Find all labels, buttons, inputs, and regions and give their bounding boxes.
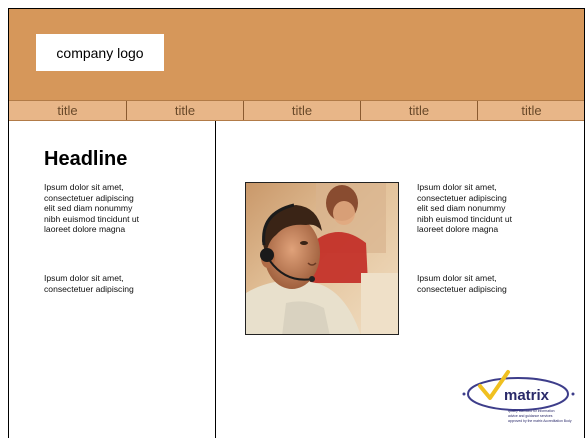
column-divider <box>215 121 216 438</box>
svg-text:approved by the matrix Accredi: approved by the matrix Accreditation Bod… <box>508 419 572 423</box>
call-center-agent-photo <box>245 182 399 335</box>
right-paragraph-2: Ipsum dolor sit amet, consectetuer adipi… <box>417 273 507 294</box>
nav-item-5[interactable]: title <box>478 101 584 120</box>
header-banner: company logo <box>9 9 584 100</box>
right-paragraph-1: Ipsum dolor sit amet, consectetuer adipi… <box>417 182 513 235</box>
nav-item-2[interactable]: title <box>127 101 244 120</box>
matrix-accreditation-logo: matrix quality standard for information … <box>456 364 581 429</box>
page-frame: company logo title title title title tit… <box>8 8 585 438</box>
nav-item-4[interactable]: title <box>361 101 478 120</box>
nav-item-3[interactable]: title <box>244 101 361 120</box>
left-paragraph-2: Ipsum dolor sit amet, consectetuer adipi… <box>44 273 134 294</box>
nav-item-1[interactable]: title <box>9 101 127 120</box>
nav-bar: title title title title title <box>9 100 584 121</box>
svg-text:quality standard for informati: quality standard for information <box>508 409 555 413</box>
company-logo[interactable]: company logo <box>36 34 164 71</box>
left-paragraph-1: Ipsum dolor sit amet, consectetuer adipi… <box>44 182 140 235</box>
photo-illustration <box>246 183 398 334</box>
matrix-wordmark: matrix <box>504 387 550 404</box>
headline: Headline <box>44 148 128 170</box>
svg-text:advice and guidance services: advice and guidance services <box>508 414 553 418</box>
